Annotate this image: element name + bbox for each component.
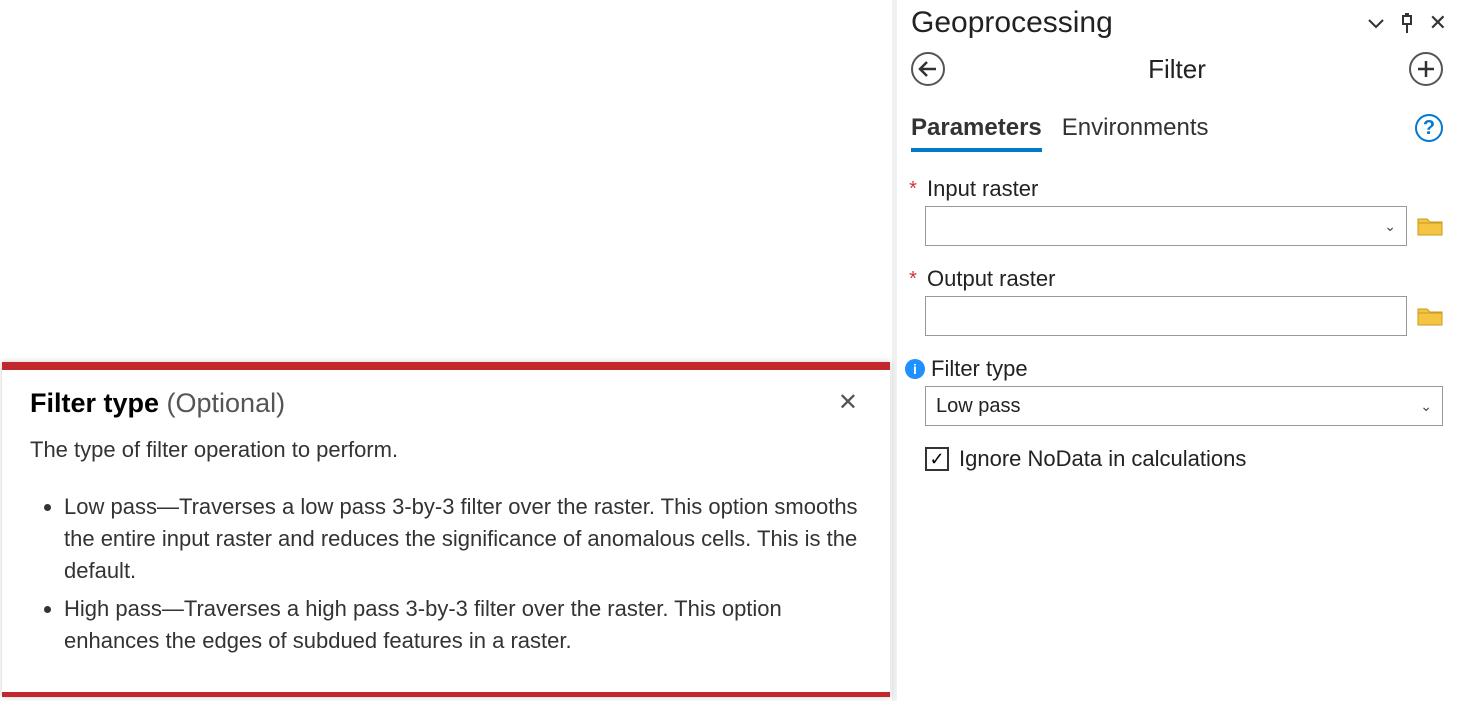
tooltip-list-item: High pass—Traverses a high pass 3-by-3 f… (64, 593, 862, 657)
back-button[interactable] (911, 52, 945, 86)
tooltip-title: Filter type (Optional) (30, 388, 285, 419)
browse-folder-icon[interactable] (1417, 216, 1443, 236)
output-raster-label: Output raster (927, 266, 1055, 292)
chevron-down-icon: ⌄ (1384, 218, 1396, 235)
tab-environments[interactable]: Environments (1062, 114, 1209, 152)
chevron-down-icon[interactable] (1367, 16, 1385, 30)
field-ignore-nodata: ✓ Ignore NoData in calculations (903, 446, 1443, 472)
input-raster-combo[interactable]: ⌄ (925, 206, 1407, 246)
browse-folder-icon[interactable] (1417, 306, 1443, 326)
filter-type-value: Low pass (936, 395, 1021, 418)
filter-type-label: Filter type (931, 356, 1028, 382)
ignore-nodata-checkbox[interactable]: ✓ (925, 447, 949, 471)
input-raster-label: Input raster (927, 176, 1038, 202)
field-filter-type: i Filter type Low pass ⌄ (903, 356, 1443, 426)
help-tooltip: Filter type (Optional) ✕ The type of fil… (2, 362, 890, 697)
required-marker: * (905, 268, 921, 291)
field-output-raster: * Output raster (903, 266, 1443, 336)
tab-parameters[interactable]: Parameters (911, 114, 1042, 152)
tooltip-list: Low pass—Traverses a low pass 3-by-3 fil… (64, 491, 862, 656)
tooltip-description: The type of filter operation to perform. (30, 437, 862, 463)
info-icon[interactable]: i (905, 359, 925, 379)
tooltip-close-button[interactable]: ✕ (834, 388, 862, 417)
required-marker: * (905, 178, 921, 201)
ignore-nodata-label: Ignore NoData in calculations (959, 446, 1246, 472)
add-button[interactable] (1409, 52, 1443, 86)
output-raster-input[interactable] (925, 296, 1407, 336)
pin-icon[interactable] (1399, 13, 1415, 33)
tooltip-list-item: Low pass—Traverses a low pass 3-by-3 fil… (64, 491, 862, 587)
chevron-down-icon: ⌄ (1420, 398, 1432, 415)
parameters-form: * Input raster ⌄ * Output raster (897, 152, 1457, 492)
close-icon[interactable]: ✕ (1429, 10, 1447, 36)
tool-name: Filter (1148, 54, 1206, 85)
plus-icon (1416, 59, 1436, 79)
help-icon[interactable]: ? (1415, 114, 1443, 142)
map-view: Filter type (Optional) ✕ The type of fil… (0, 0, 897, 701)
field-input-raster: * Input raster ⌄ (903, 176, 1443, 246)
filter-type-combo[interactable]: Low pass ⌄ (925, 386, 1443, 426)
arrow-left-icon (918, 61, 938, 77)
pane-title: Geoprocessing (911, 6, 1113, 40)
geoprocessing-pane: Geoprocessing ✕ Filter Parameters Enviro… (897, 0, 1457, 701)
